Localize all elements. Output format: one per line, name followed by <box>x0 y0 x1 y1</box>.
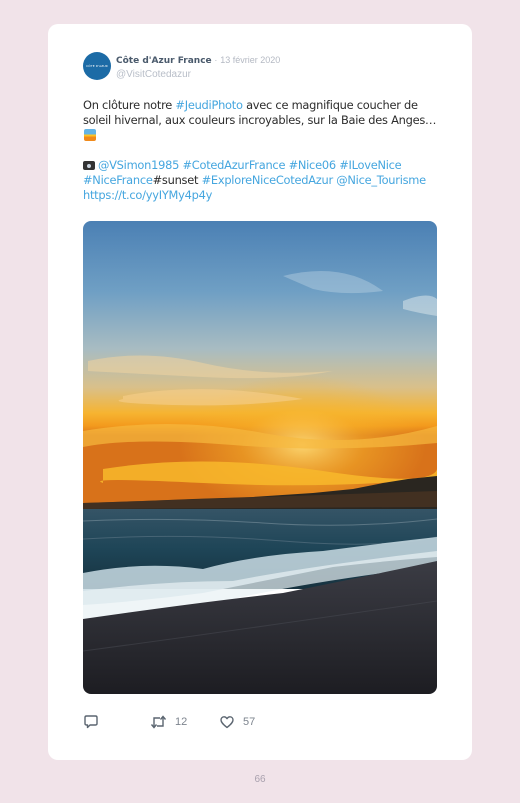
tweet-text: On clôture notre #JeudiPhoto avec ce mag… <box>83 98 443 203</box>
sunrise-emoji-icon <box>84 129 96 141</box>
mention-nice-tourisme[interactable]: @Nice_Tourisme <box>336 173 426 187</box>
tweet-actions: 12 57 <box>83 714 437 732</box>
separator-dot: · <box>214 55 218 65</box>
tweet-date[interactable]: 13 février 2020 <box>220 55 280 65</box>
hashtag-jeudiphoto[interactable]: #JeudiPhoto <box>175 98 243 112</box>
hashtag-sunset-plain: #sunset <box>152 173 199 187</box>
retweet-count: 12 <box>175 716 188 728</box>
tweet-header: Côte d'Azur France · 13 février 2020 @Vi… <box>116 54 446 81</box>
like-count: 57 <box>243 716 256 728</box>
sunset-over-bay-photo-icon <box>83 221 437 694</box>
tweet-url[interactable]: https://t.co/yyIYMy4p4y <box>83 188 212 202</box>
like-button[interactable]: 57 <box>219 714 255 730</box>
page-number: 66 <box>254 774 266 785</box>
tweet-card: CÔTE D'AZUR Côte d'Azur France · 13 févr… <box>48 24 472 760</box>
reply-icon <box>84 715 98 729</box>
camera-emoji-icon <box>83 161 95 170</box>
avatar[interactable]: CÔTE D'AZUR <box>83 52 111 80</box>
sunset-photo[interactable] <box>83 221 437 694</box>
tweet-paragraph-2: @VSimon1985 #CotedAzurFrance #Nice06 #IL… <box>83 158 443 203</box>
name-line: Côte d'Azur France · 13 février 2020 <box>116 54 446 67</box>
hashtag-nicefrance[interactable]: #NiceFrance <box>83 173 153 187</box>
reply-button[interactable] <box>83 714 99 730</box>
like-icon <box>220 716 234 729</box>
hashtag-explore[interactable]: #ExploreNiceCotedAzur <box>202 173 334 187</box>
tweet-paragraph-1: On clôture notre #JeudiPhoto avec ce mag… <box>83 98 443 143</box>
account-name[interactable]: Côte d'Azur France <box>116 56 212 66</box>
tweet-intro: On clôture notre <box>83 98 176 112</box>
retweet-button[interactable]: 12 <box>150 714 187 730</box>
hashtags-line-1[interactable]: #CotedAzurFrance #Nice06 #ILoveNice <box>182 158 401 172</box>
retweet-icon <box>150 715 167 729</box>
avatar-logo-text: CÔTE D'AZUR <box>86 63 108 68</box>
account-handle[interactable]: @VisitCotedazur <box>116 68 446 81</box>
credit-mention[interactable]: @VSimon1985 <box>98 158 179 172</box>
